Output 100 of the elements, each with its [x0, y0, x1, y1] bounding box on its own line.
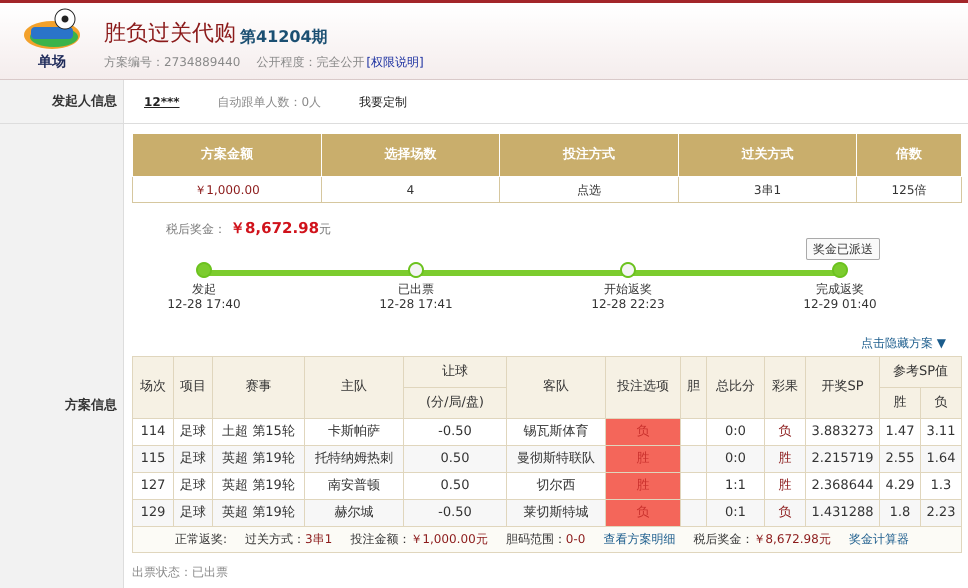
table-cell: 0.50 — [404, 472, 506, 499]
table-cell: 切尔西 — [506, 472, 606, 499]
footer-value: 3串1 — [305, 531, 332, 548]
table-cell: 胜 — [764, 472, 806, 499]
column-header: 场次 — [132, 356, 174, 418]
column-header: 投注选项 — [606, 356, 680, 418]
table-cell: 卡斯帕萨 — [304, 418, 404, 445]
table-cell: -0.50 — [404, 418, 506, 445]
step-time: 12-28 22:23 — [591, 296, 665, 312]
table-cell: 1.3 — [920, 472, 962, 499]
page-title: 胜负过关代购 — [104, 23, 236, 45]
column-header: 彩果 — [764, 356, 806, 418]
table-cell — [680, 418, 706, 445]
summary-header: 投注方式 — [500, 134, 678, 176]
summary-header: 倍数 — [856, 134, 962, 176]
step-label: 完成返奖 — [816, 282, 864, 296]
table-cell: 土超 第15轮 — [212, 418, 304, 445]
column-header: 总比分 — [706, 356, 764, 418]
logo-text: 单场 — [38, 55, 66, 69]
table-cell: 足球 — [174, 445, 212, 472]
summary-cell: 点选 — [500, 176, 678, 202]
footer-label: 过关方式： — [245, 531, 306, 548]
column-header: 客队 — [506, 356, 606, 418]
column-header: 负 — [920, 387, 962, 418]
column-header: 胜 — [880, 387, 920, 418]
step-time: 12-28 17:40 — [167, 296, 241, 312]
step-time: 12-29 01:40 — [803, 296, 877, 312]
column-header: 参考SP值 — [880, 356, 962, 387]
table-cell: 足球 — [174, 472, 212, 499]
column-header: 项目 — [174, 356, 212, 418]
prize-sent-badge: 奖金已派送 — [806, 238, 880, 260]
column-header: 赛事 — [212, 356, 304, 418]
column-header: 胆 — [680, 356, 706, 418]
table-cell: 胜 — [764, 445, 806, 472]
column-header: 让球 — [404, 356, 506, 387]
table-cell: 赫尔城 — [304, 499, 404, 526]
table-cell: 3.883273 — [806, 418, 880, 445]
footer-value: 0-0 — [566, 531, 586, 548]
table-cell: 足球 — [174, 499, 212, 526]
table-cell: 0:1 — [706, 499, 764, 526]
prize-unit: 元 — [319, 221, 332, 238]
table-cell: 114 — [132, 418, 174, 445]
summary-cell: 4 — [322, 176, 500, 202]
table-cell: 1:1 — [706, 472, 764, 499]
table-cell: 负 — [764, 499, 806, 526]
table-cell: 2.23 — [920, 499, 962, 526]
ticket-status: 出票状态：已出票 — [132, 564, 229, 580]
column-header: 开奖SP — [806, 356, 880, 418]
prize-amount: ￥8,672.98 — [230, 218, 320, 239]
issue-number: 第41204期 — [240, 29, 328, 45]
table-cell: 2.215719 — [806, 445, 880, 472]
table-cell: 英超 第19轮 — [212, 445, 304, 472]
scheme-number: 方案编号：2734889440 — [104, 54, 240, 71]
table-cell: 1.47 — [880, 418, 920, 445]
table-cell — [680, 472, 706, 499]
table-cell: 托特纳姆热刺 — [304, 445, 404, 472]
table-cell: 1.64 — [920, 445, 962, 472]
step-time: 12-28 17:41 — [379, 296, 453, 312]
permission-link[interactable]: [权限说明] — [366, 53, 424, 71]
table-cell: -0.50 — [404, 499, 506, 526]
customize-link[interactable]: 我要定制 — [359, 92, 408, 110]
table-cell: 英超 第19轮 — [212, 499, 304, 526]
summary-header: 过关方式 — [678, 134, 856, 176]
initiator-name[interactable]: 12*** — [144, 92, 180, 110]
initiator-label: 发起人信息 — [52, 92, 117, 111]
summary-header: 方案金额 — [132, 134, 322, 176]
footer-label: 正常返奖: — [175, 531, 228, 548]
table-cell: 127 — [132, 472, 174, 499]
footer-label: 投注金额： — [350, 531, 410, 548]
table-cell: 115 — [132, 445, 174, 472]
table-cell: 1.8 — [880, 499, 920, 526]
table-cell: 莱切斯特城 — [506, 499, 606, 526]
table-cell: 0.50 — [404, 445, 506, 472]
footer-value: ￥1,000.00元 — [410, 531, 488, 548]
summary-cell: 125倍 — [856, 176, 962, 202]
visibility-text: 公开程度：完全公开 — [256, 54, 364, 71]
table-cell: 1.431288 — [806, 499, 880, 526]
table-cell: 锡瓦斯体育 — [506, 418, 606, 445]
step-label: 发起 — [192, 282, 216, 296]
summary-cell: 3串1 — [678, 176, 856, 202]
plan-label: 方案信息 — [65, 396, 117, 416]
follow-count: 自动跟单人数：0人 — [218, 94, 322, 110]
table-cell: 4.29 — [880, 472, 920, 499]
step-label: 开始返奖 — [604, 282, 652, 296]
table-cell: 曼彻斯特联队 — [506, 445, 606, 472]
step-label: 已出票 — [398, 282, 434, 296]
column-header: 主队 — [304, 356, 404, 418]
footer-label: 税后奖金： — [693, 531, 754, 548]
table-cell: 英超 第19轮 — [212, 472, 304, 499]
summary-cell: ￥1,000.00 — [132, 176, 322, 202]
footer-link[interactable]: 查看方案明细 — [603, 530, 676, 548]
table-cell: 3.11 — [920, 418, 962, 445]
table-cell: 2.55 — [880, 445, 920, 472]
table-cell: 0:0 — [706, 445, 764, 472]
table-cell: 0:0 — [706, 418, 764, 445]
footer-link[interactable]: 奖金计算器 — [848, 530, 909, 548]
table-cell: 129 — [132, 499, 174, 526]
hide-plan-link[interactable]: 点击隐藏方案 ▼ — [860, 334, 946, 352]
table-cell — [680, 445, 706, 472]
table-cell: 负 — [764, 418, 806, 445]
